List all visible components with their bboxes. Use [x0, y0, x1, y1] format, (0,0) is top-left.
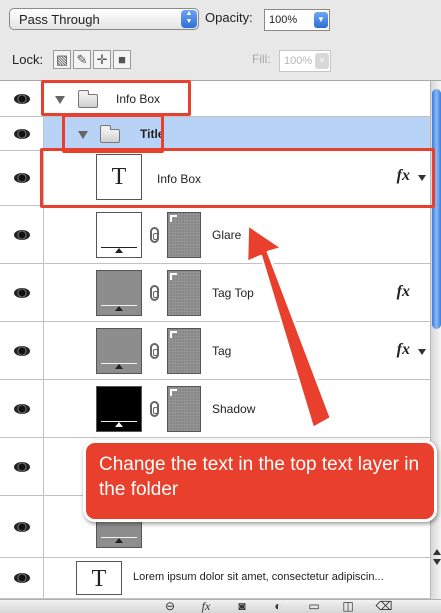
callout-text: Change the text in the top text layer in… — [99, 454, 420, 500]
annotation-callout: Change the text in the top text layer in… — [83, 440, 437, 522]
